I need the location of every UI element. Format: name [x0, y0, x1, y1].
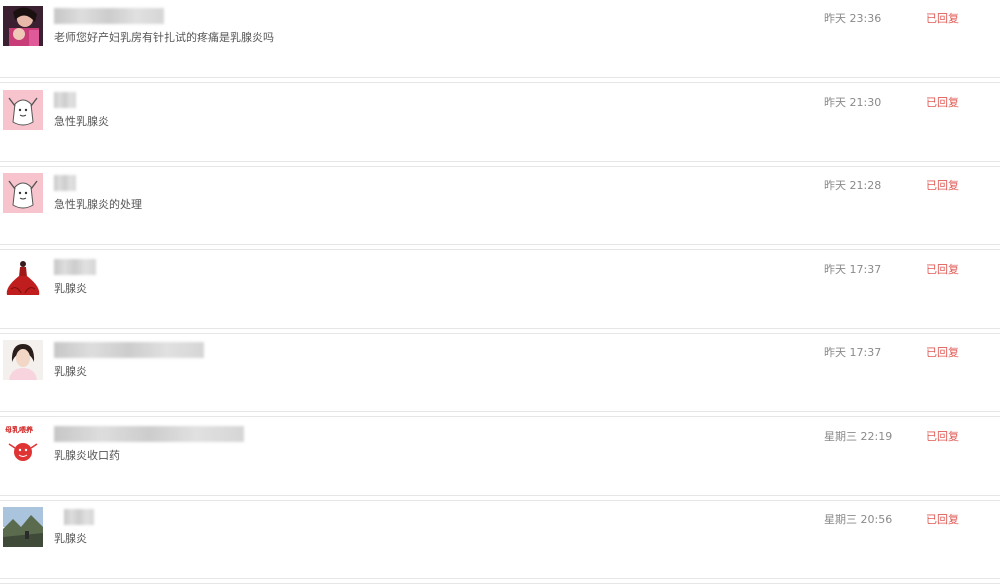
landscape-photo-avatar[interactable] — [3, 507, 43, 547]
red-dress-avatar[interactable] — [3, 256, 43, 297]
pink-cartoon-avatar[interactable] — [3, 173, 43, 213]
message-text: 急性乳腺炎 — [54, 114, 109, 128]
row-divider — [0, 311, 1000, 329]
sender-name-blurred — [54, 425, 244, 442]
message-text: 乳腺炎收口药 — [54, 448, 120, 462]
replied-status-link[interactable]: 已回复 — [926, 261, 959, 277]
message-time: 昨天 17:37 — [824, 346, 882, 359]
sender-name-blurred — [54, 175, 76, 191]
row-divider — [0, 478, 1000, 496]
sender-name-blurred — [54, 342, 204, 358]
sender-name-blurred — [54, 8, 164, 24]
message-time: 星期三 20:56 — [824, 513, 893, 526]
row-divider — [0, 144, 1000, 162]
avatar-logo-text: 母乳喂养 — [5, 425, 33, 434]
message-time: 星期三 22:19 — [824, 429, 893, 443]
message-time: 昨天 21:30 — [824, 95, 882, 109]
message-text: 乳腺炎 — [54, 281, 87, 295]
replied-status-link[interactable]: 已回复 — [926, 344, 959, 360]
message-text: 急性乳腺炎的处理 — [54, 198, 142, 211]
row-divider — [0, 562, 1000, 579]
message-text: 乳腺炎 — [54, 365, 87, 378]
conversation-list: 老师您好产妇乳房有针扎试的疼痛是乳腺炎吗 昨天 23:36 已回复 急性乳腺炎 昨天 2… — [0, 0, 1000, 584]
message-time: 昨天 23:36 — [824, 12, 882, 25]
replied-status-link[interactable]: 已回复 — [926, 10, 959, 26]
replied-status-link[interactable]: 已回复 — [926, 94, 959, 110]
sender-name-blurred — [54, 91, 76, 108]
sender-name-blurred — [54, 258, 96, 275]
replied-status-link[interactable]: 已回复 — [926, 177, 959, 193]
row-divider — [0, 395, 1000, 412]
woman-portrait-avatar[interactable] — [3, 340, 43, 380]
woman-with-baby-avatar[interactable] — [3, 6, 43, 46]
replied-status-link[interactable]: 已回复 — [926, 511, 959, 527]
row-divider — [0, 61, 1000, 78]
cartoon-logo-avatar[interactable]: 母乳喂养 — [3, 423, 43, 464]
message-time: 昨天 17:37 — [824, 262, 882, 276]
row-divider — [0, 228, 1000, 245]
replied-status-link[interactable]: 已回复 — [926, 428, 959, 444]
message-text: 老师您好产妇乳房有针扎试的疼痛是乳腺炎吗 — [54, 31, 274, 44]
message-time: 昨天 21:28 — [824, 179, 882, 192]
pink-cartoon-avatar[interactable] — [3, 89, 43, 130]
message-text: 乳腺炎 — [54, 532, 87, 545]
sender-name-blurred — [64, 509, 94, 525]
